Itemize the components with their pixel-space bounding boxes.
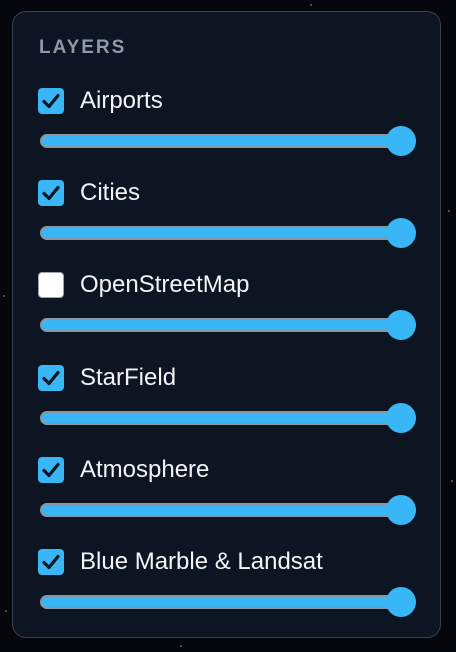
opacity-slider-starfield[interactable]: [40, 403, 416, 433]
layer-checkbox-airports[interactable]: [38, 88, 64, 114]
star: [180, 645, 182, 647]
opacity-slider-openstreetmap[interactable]: [40, 310, 416, 340]
opacity-slider-atmosphere[interactable]: [40, 495, 416, 525]
slider-track: [40, 411, 416, 425]
star: [5, 610, 7, 612]
star: [310, 4, 312, 6]
layer-row-atmosphere: Atmosphere: [13, 456, 440, 549]
layer-label-blue-marble-landsat: Blue Marble & Landsat: [80, 548, 323, 575]
layer-row-cities: Cities: [13, 179, 440, 272]
layer-label-airports: Airports: [80, 87, 163, 114]
layer-row-starfield: StarField: [13, 364, 440, 457]
layer-label-cities: Cities: [80, 179, 141, 206]
slider-track: [40, 318, 416, 332]
slider-track: [40, 134, 416, 148]
opacity-slider-airports[interactable]: [40, 126, 416, 156]
slider-thumb[interactable]: [386, 495, 416, 525]
slider-thumb[interactable]: [386, 126, 416, 156]
layer-row-openstreetmap: OpenStreetMap: [13, 271, 440, 364]
slider-track: [40, 226, 416, 240]
star: [3, 295, 5, 297]
opacity-slider-cities[interactable]: [40, 218, 416, 248]
layer-row-airports: Airports: [13, 87, 440, 180]
layer-label-atmosphere: Atmosphere: [80, 456, 210, 483]
layers-panel: LAYERS Airports Cities OpenStreetMap Sta…: [12, 11, 441, 638]
star: [451, 480, 453, 482]
layer-checkbox-cities[interactable]: [38, 180, 64, 206]
globe-viewport[interactable]: LAYERS Airports Cities OpenStreetMap Sta…: [0, 0, 456, 652]
checkmark-icon: [42, 554, 60, 570]
layer-label-openstreetmap: OpenStreetMap: [80, 271, 250, 298]
checkmark-icon: [42, 370, 60, 386]
layer-row-blue-marble-landsat: Blue Marble & Landsat: [13, 548, 440, 641]
layer-checkbox-starfield[interactable]: [38, 365, 64, 391]
panel-title: LAYERS: [39, 37, 127, 58]
opacity-slider-blue-marble-landsat[interactable]: [40, 587, 416, 617]
slider-thumb[interactable]: [386, 218, 416, 248]
slider-thumb[interactable]: [386, 587, 416, 617]
checkmark-icon: [42, 93, 60, 109]
slider-thumb[interactable]: [386, 310, 416, 340]
layer-checkbox-atmosphere[interactable]: [38, 457, 64, 483]
checkmark-icon: [42, 185, 60, 201]
checkmark-icon: [42, 462, 60, 478]
slider-track: [40, 503, 416, 517]
slider-track: [40, 595, 416, 609]
layer-checkbox-openstreetmap[interactable]: [38, 272, 64, 298]
layer-checkbox-blue-marble-landsat[interactable]: [38, 549, 64, 575]
layer-label-starfield: StarField: [80, 364, 177, 391]
star: [448, 210, 450, 212]
slider-thumb[interactable]: [386, 403, 416, 433]
